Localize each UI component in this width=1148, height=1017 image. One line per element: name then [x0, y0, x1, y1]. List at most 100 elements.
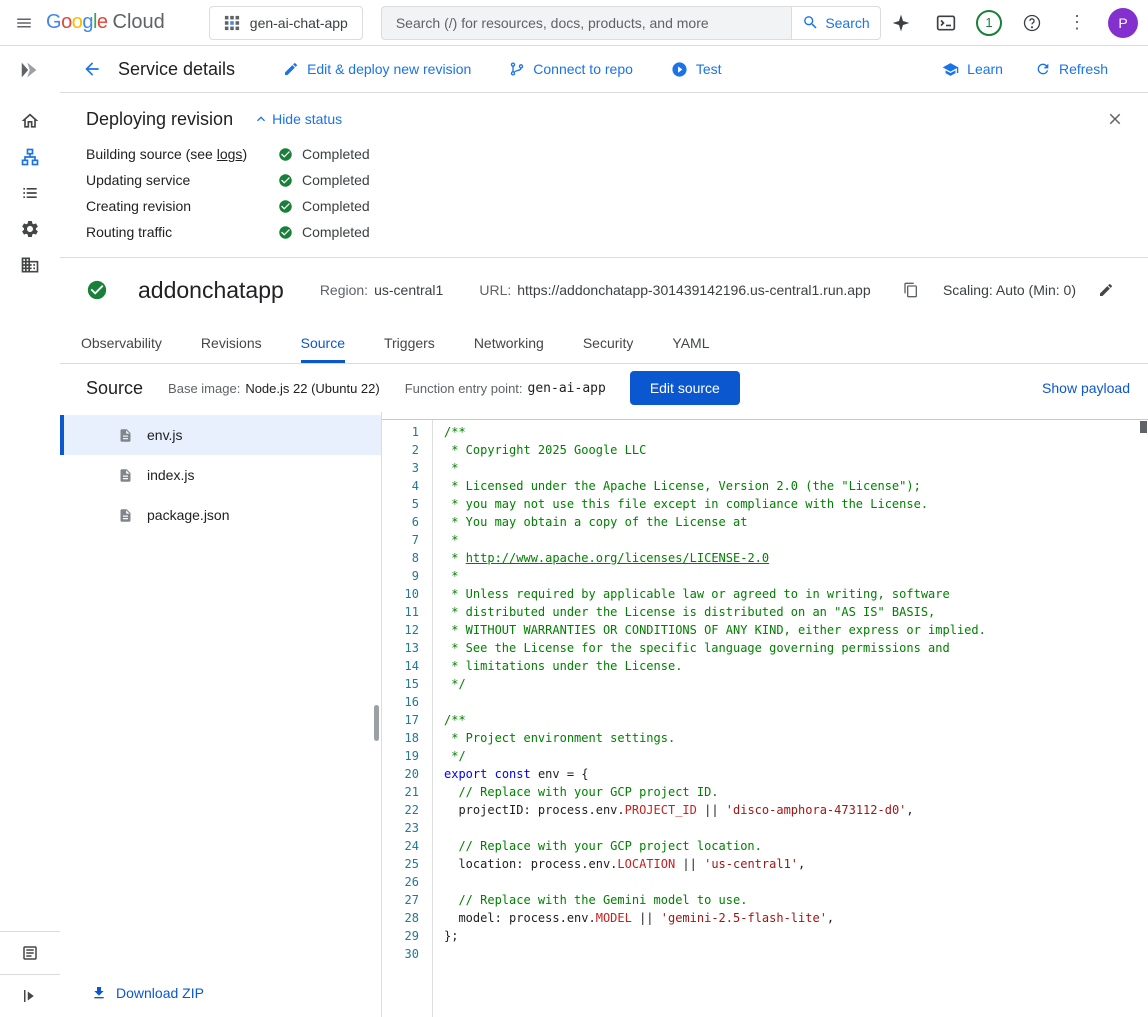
- file-row-package-json[interactable]: package.json: [60, 495, 381, 535]
- code-editor[interactable]: 1234567891011121314151617181920212223242…: [382, 419, 1148, 1017]
- close-panel-button[interactable]: [1099, 103, 1131, 135]
- google-cloud-logo[interactable]: G o o g l e Cloud: [46, 11, 165, 34]
- project-icon: [224, 15, 240, 31]
- pencil-icon: [283, 61, 299, 77]
- learn-button[interactable]: Learn: [930, 53, 1015, 86]
- code-line: * See the License for the specific langu…: [444, 639, 1148, 657]
- line-number: 9: [382, 567, 432, 585]
- copy-url-button[interactable]: [897, 276, 925, 304]
- code-line: */: [444, 747, 1148, 765]
- tab-triggers[interactable]: Triggers: [384, 322, 435, 363]
- file-name: package.json: [147, 507, 230, 523]
- test-label: Test: [696, 61, 722, 77]
- deploy-step: Routing traffic Completed: [86, 219, 1131, 245]
- check-circle-icon: [278, 173, 293, 188]
- code-line: *: [444, 531, 1148, 549]
- search-input[interactable]: [396, 15, 777, 31]
- tab-yaml[interactable]: YAML: [672, 322, 709, 363]
- line-number: 2: [382, 441, 432, 459]
- edit-source-button[interactable]: Edit source: [630, 371, 740, 405]
- pencil-icon: [1098, 282, 1114, 298]
- user-avatar[interactable]: P: [1108, 8, 1138, 38]
- check-circle-icon: [278, 225, 293, 240]
- rail-item-home[interactable]: [8, 103, 52, 139]
- source-title: Source: [86, 378, 143, 399]
- edit-scaling-button[interactable]: [1092, 276, 1120, 304]
- gemini-button[interactable]: [881, 3, 921, 43]
- tab-revisions[interactable]: Revisions: [201, 322, 262, 363]
- show-payload-link[interactable]: Show payload: [1042, 380, 1130, 396]
- rail-item-jobs[interactable]: [8, 175, 52, 211]
- code-line: [444, 819, 1148, 837]
- help-button[interactable]: [1012, 3, 1052, 43]
- tab-observability[interactable]: Observability: [81, 322, 162, 363]
- main-content: Service details Edit & deploy new revisi…: [60, 46, 1148, 1017]
- edit-deploy-label: Edit & deploy new revision: [307, 61, 471, 77]
- tab-security[interactable]: Security: [583, 322, 634, 363]
- copy-icon: [903, 282, 919, 298]
- play-circle-icon: [671, 61, 688, 78]
- code-line: * WITHOUT WARRANTIES OR CONDITIONS OF AN…: [444, 621, 1148, 639]
- back-button[interactable]: [72, 49, 112, 89]
- file-row-index-js[interactable]: index.js: [60, 455, 381, 495]
- hide-status-toggle[interactable]: Hide status: [253, 111, 342, 127]
- deploy-step-label: Updating service: [86, 172, 278, 188]
- file-icon: [118, 508, 133, 523]
- notifications-badge[interactable]: 1: [976, 10, 1002, 36]
- search-button[interactable]: Search: [791, 6, 881, 40]
- scaling-info: Scaling: Auto (Min: 0): [943, 282, 1076, 298]
- url-label: URL:: [479, 282, 511, 298]
- release-notes-icon: [21, 944, 39, 962]
- refresh-button[interactable]: Refresh: [1023, 53, 1120, 85]
- code-line: * Project environment settings.: [444, 729, 1148, 747]
- tab-source[interactable]: Source: [301, 322, 345, 363]
- code-line: [444, 693, 1148, 711]
- editor-scrollbar-thumb[interactable]: [1140, 421, 1147, 433]
- file-panel-scrollbar[interactable]: [374, 705, 379, 741]
- line-number: 21: [382, 783, 432, 801]
- download-zip-label: Download ZIP: [116, 985, 204, 1001]
- code-line: // Replace with your GCP project ID.: [444, 783, 1148, 801]
- code-line: /**: [444, 711, 1148, 729]
- collapse-nav-button[interactable]: [0, 974, 60, 1017]
- deploy-step-status: Completed: [302, 172, 370, 188]
- release-notes-button[interactable]: [0, 931, 60, 974]
- region-label: Region:: [320, 282, 368, 298]
- code-line: };: [444, 927, 1148, 945]
- line-number: 3: [382, 459, 432, 477]
- code-content[interactable]: /** * Copyright 2025 Google LLC * * Lice…: [432, 420, 1148, 1017]
- line-number: 27: [382, 891, 432, 909]
- gemini-sparkle-icon: [891, 13, 911, 33]
- tab-networking[interactable]: Networking: [474, 322, 544, 363]
- url-value[interactable]: https://addonchatapp-301439142196.us-cen…: [517, 282, 870, 298]
- edit-deploy-button[interactable]: Edit & deploy new revision: [271, 53, 483, 85]
- deploy-step: Creating revision Completed: [86, 193, 1131, 219]
- rail-item-organization[interactable]: [8, 247, 52, 283]
- line-number: 26: [382, 873, 432, 891]
- file-name: env.js: [147, 427, 183, 443]
- line-number: 17: [382, 711, 432, 729]
- hamburger-menu-button[interactable]: [4, 3, 44, 43]
- code-line: *: [444, 459, 1148, 477]
- cloud-shell-button[interactable]: [926, 3, 966, 43]
- code-line: * distributed under the License is distr…: [444, 603, 1148, 621]
- test-button[interactable]: Test: [659, 53, 734, 86]
- logo-letter: e: [97, 11, 108, 34]
- file-row-env-js[interactable]: env.js: [60, 415, 381, 455]
- rail-item-services[interactable]: [8, 139, 52, 175]
- download-zip-button[interactable]: Download ZIP: [91, 985, 204, 1001]
- rail-item-integrations[interactable]: [8, 211, 52, 247]
- more-options-button[interactable]: ⋮: [1057, 3, 1097, 43]
- search-field[interactable]: [381, 6, 791, 40]
- logs-link[interactable]: logs: [217, 146, 243, 162]
- project-picker-button[interactable]: gen-ai-chat-app: [209, 6, 363, 40]
- line-number: 6: [382, 513, 432, 531]
- check-circle-icon: [278, 199, 293, 214]
- file-name: index.js: [147, 467, 194, 483]
- line-number: 5: [382, 495, 432, 513]
- learn-icon: [942, 61, 959, 78]
- connect-repo-button[interactable]: Connect to repo: [497, 53, 645, 85]
- download-icon: [91, 985, 107, 1001]
- project-name: gen-ai-chat-app: [250, 15, 348, 31]
- line-number: 24: [382, 837, 432, 855]
